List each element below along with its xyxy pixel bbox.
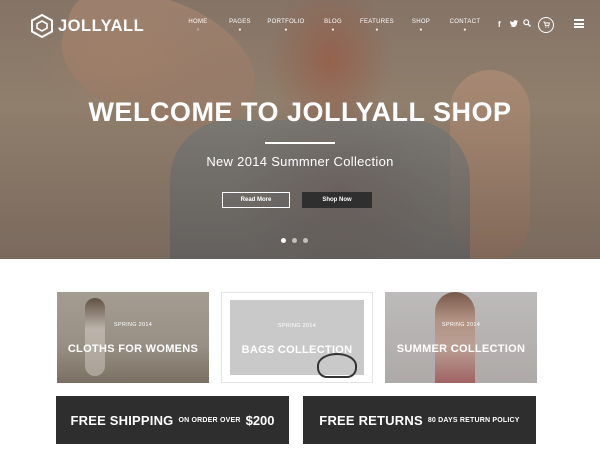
- facebook-icon[interactable]: f: [498, 20, 501, 29]
- nav-label: CONTACT: [449, 19, 481, 25]
- promo-text: 80 DAYS RETURN POLICY: [427, 416, 520, 424]
- search-icon[interactable]: [523, 19, 531, 29]
- nav-item-blog[interactable]: BLOG ●: [324, 19, 342, 33]
- slider-dot[interactable]: [303, 238, 308, 243]
- promo-title: FREE RETURNS: [319, 412, 423, 428]
- category-title: SUMMER COLLECTION: [396, 343, 526, 355]
- nav-item-contact[interactable]: CONTACT ●: [450, 19, 481, 33]
- promo-amount: $200: [245, 412, 275, 428]
- dropdown-dot-icon: ●: [419, 27, 423, 33]
- slider-dot[interactable]: [292, 238, 297, 243]
- hero-title: WELCOME TO JOLLYALL SHOP: [88, 97, 512, 127]
- nav-label: FEATURES: [360, 19, 394, 25]
- hero-banner: JOLLYALL HOME ○ PAGES ● PORTFOLIO ● BLOG…: [0, 0, 600, 259]
- cart-button[interactable]: [538, 17, 554, 33]
- nav-item-portfolio[interactable]: PORTFOLIO ●: [267, 19, 304, 33]
- nav-label: BLOG: [324, 19, 342, 25]
- hero-subtitle: New 2014 Summner Collection: [206, 154, 394, 169]
- category-season: SPRING 2014: [441, 322, 481, 328]
- hamburger-menu-icon[interactable]: [574, 19, 584, 28]
- dropdown-dot-icon: ●: [375, 27, 379, 33]
- nav-label: PORTFOLIO: [267, 19, 305, 25]
- active-indicator-icon: ○: [196, 27, 200, 33]
- promo-text: ON ORDER OVER: [178, 416, 241, 424]
- nav-label: SHOP: [411, 19, 431, 25]
- category-card-summer[interactable]: SPRING 2014 SUMMER COLLECTION: [385, 292, 537, 383]
- cart-icon: [543, 21, 550, 28]
- slider-pagination: [281, 238, 308, 243]
- category-title: CLOTHS FOR WOMENS: [67, 343, 199, 355]
- nav-item-shop[interactable]: SHOP ●: [412, 19, 430, 33]
- shop-now-button[interactable]: Shop Now: [302, 192, 372, 208]
- dropdown-dot-icon: ●: [331, 27, 335, 33]
- category-card-womens[interactable]: SPRING 2014 CLOTHS FOR WOMENS: [57, 292, 209, 383]
- nav-item-pages[interactable]: PAGES ●: [229, 19, 251, 33]
- category-season: SPRING 2014: [277, 323, 317, 329]
- hero-divider: [265, 142, 335, 144]
- nav-label: PAGES: [229, 19, 251, 25]
- nav-label: HOME: [188, 19, 208, 25]
- promo-title: FREE SHIPPING: [70, 412, 174, 428]
- free-shipping-banner[interactable]: FREE SHIPPING ON ORDER OVER $200: [56, 396, 289, 444]
- free-returns-banner[interactable]: FREE RETURNS 80 DAYS RETURN POLICY: [303, 396, 536, 444]
- nav-item-features[interactable]: FEATURES ●: [360, 19, 394, 33]
- bag-image: [317, 353, 357, 378]
- category-season: SPRING 2014: [113, 322, 153, 328]
- dropdown-dot-icon: ●: [463, 27, 467, 33]
- dropdown-dot-icon: ●: [238, 27, 242, 33]
- nav-item-home[interactable]: HOME ○: [188, 19, 207, 33]
- read-more-button[interactable]: Read More: [222, 192, 290, 208]
- category-title: BAGS COLLECTION: [241, 344, 353, 356]
- dropdown-dot-icon: ●: [284, 27, 288, 33]
- category-card-bags[interactable]: SPRING 2014 BAGS COLLECTION: [221, 292, 373, 383]
- slider-dot[interactable]: [281, 238, 286, 243]
- twitter-icon[interactable]: [510, 20, 518, 29]
